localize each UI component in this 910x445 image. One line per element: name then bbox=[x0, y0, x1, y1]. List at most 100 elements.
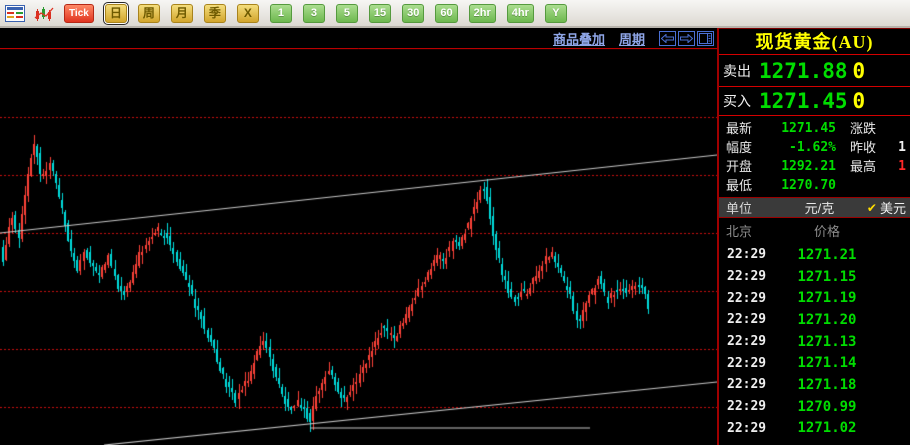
stat-label-2: 昨收 bbox=[850, 140, 877, 155]
period-button-4hr[interactable]: 4hr bbox=[506, 3, 534, 23]
unit-value: 元/克 bbox=[804, 201, 835, 216]
period-button-wrap: X bbox=[235, 2, 261, 25]
unit-label: 单位 bbox=[726, 201, 753, 216]
tick-price: 1271.18 bbox=[797, 376, 857, 393]
period-button-wrap: 季 bbox=[202, 2, 228, 25]
tick-list: 22:29 1271.21 22:29 1271.15 22:29 1271.19 22:2… bbox=[719, 244, 910, 439]
tick-row: 22:29 1271.20 bbox=[719, 309, 910, 331]
stats-grid: 最新 1271.45 涨跌幅度 -1.62% 昨收 1 开盘 1292.21 最高 1 最低 1270… bbox=[719, 116, 910, 197]
tick-time: 22:29 bbox=[727, 269, 767, 285]
period-button-15[interactable]: 15 bbox=[368, 3, 392, 23]
kline-chart-icon[interactable] bbox=[33, 4, 55, 22]
tick-price: 1271.21 bbox=[797, 246, 857, 263]
period-button-wrap: 月 bbox=[169, 2, 195, 25]
stat-value: 1292.21 bbox=[781, 159, 836, 174]
stat-value-2: 1 bbox=[898, 159, 906, 174]
period-button-wrap: 2hr bbox=[467, 2, 498, 25]
period-button-wrap: 1 bbox=[268, 2, 294, 25]
buy-price: 1271.45 bbox=[759, 89, 848, 113]
stat-label-2 bbox=[850, 176, 892, 195]
usd-checkbox[interactable]: ✔ 美元 bbox=[867, 198, 906, 217]
split-panel-icon[interactable] bbox=[697, 30, 714, 46]
tick-col-price: 价格 bbox=[813, 224, 840, 239]
tick-row: 22:29 1271.15 bbox=[719, 266, 910, 288]
period-button-wrap: Y bbox=[543, 2, 569, 25]
period-button-5[interactable]: 5 bbox=[335, 3, 358, 23]
period-button-wrap: 60 bbox=[433, 2, 459, 25]
tick-row: 22:29 1271.02 bbox=[719, 418, 910, 440]
tick-price: 1271.13 bbox=[797, 333, 857, 350]
period-button-wrap: 3 bbox=[301, 2, 327, 25]
period-button-wrap: 30 bbox=[400, 2, 426, 25]
sell-extra: 0 bbox=[852, 58, 866, 83]
arrow-right-icon[interactable] bbox=[678, 30, 695, 46]
buy-extra: 0 bbox=[852, 89, 866, 113]
stat-row: 最新 1271.45 涨跌 bbox=[719, 119, 910, 138]
check-icon: ✔ bbox=[866, 200, 877, 215]
tick-row: 22:29 1271.19 bbox=[719, 287, 910, 309]
stat-label: 最新 bbox=[726, 121, 753, 136]
period-button-wrap: 4hr bbox=[505, 2, 536, 25]
chart-area: 商品叠加 周期 bbox=[0, 28, 717, 445]
tick-row: 22:29 1271.14 bbox=[719, 352, 910, 374]
period-link[interactable]: 周期 bbox=[619, 29, 645, 48]
period-button-wrap: 周 bbox=[136, 2, 162, 25]
stat-row: 最低 1270.70 bbox=[719, 176, 910, 195]
unit-row: 单位 元/克 ✔ 美元 bbox=[719, 197, 910, 218]
quote-board-icon[interactable] bbox=[4, 4, 26, 22]
usd-label: 美元 bbox=[879, 201, 906, 216]
period-button-日[interactable]: 日 bbox=[104, 3, 127, 23]
tick-time: 22:29 bbox=[727, 399, 767, 415]
tick-row: 22:29 1270.99 bbox=[719, 396, 910, 418]
stat-value-2 bbox=[892, 176, 910, 195]
stat-label-2: 最高 bbox=[850, 159, 877, 174]
period-button-3[interactable]: 3 bbox=[302, 3, 325, 23]
period-button-X[interactable]: X bbox=[236, 3, 259, 23]
tick-table-header: 北京 价格 bbox=[719, 218, 910, 244]
stat-label: 幅度 bbox=[726, 140, 753, 155]
quote-panel: 现货黄金(AU) 卖出 1271.88 0 买入 1271.45 0 最新 127… bbox=[717, 28, 910, 445]
chart-header: 商品叠加 周期 bbox=[0, 28, 717, 48]
tick-price: 1271.14 bbox=[797, 355, 857, 372]
stat-value: 1271.45 bbox=[781, 121, 836, 136]
tick-col-time: 北京 bbox=[726, 224, 753, 239]
tick-price: 1271.02 bbox=[797, 420, 857, 437]
tick-row: 22:29 1271.13 bbox=[719, 331, 910, 353]
stat-label: 开盘 bbox=[726, 159, 753, 174]
tick-price: 1270.99 bbox=[797, 398, 857, 415]
sell-quote-row: 卖出 1271.88 0 bbox=[719, 55, 910, 87]
period-button-周[interactable]: 周 bbox=[137, 3, 160, 23]
arrow-left-icon[interactable] bbox=[659, 30, 676, 46]
period-button-wrap: 15 bbox=[367, 2, 393, 25]
chart-nav-icons bbox=[659, 30, 714, 46]
period-button-30[interactable]: 30 bbox=[402, 3, 425, 23]
overlay-link[interactable]: 商品叠加 bbox=[553, 29, 605, 48]
stat-label-2: 涨跌 bbox=[850, 121, 877, 136]
buy-label: 买入 bbox=[723, 93, 751, 109]
period-button-1[interactable]: 1 bbox=[269, 3, 292, 23]
tick-time: 22:29 bbox=[727, 420, 767, 436]
tick-time: 22:29 bbox=[727, 290, 767, 306]
period-button-季[interactable]: 季 bbox=[203, 3, 226, 23]
stat-label: 最低 bbox=[726, 178, 753, 193]
stat-value-2 bbox=[892, 119, 910, 138]
buy-quote-row: 买入 1271.45 0 bbox=[719, 87, 910, 116]
sell-price: 1271.88 bbox=[759, 58, 848, 83]
tick-price: 1271.19 bbox=[797, 290, 857, 307]
stat-row: 幅度 -1.62% 昨收 1 bbox=[719, 138, 910, 157]
period-button-2hr[interactable]: 2hr bbox=[468, 3, 496, 23]
period-button-wrap: 日 bbox=[102, 1, 129, 25]
period-button-Tick[interactable]: Tick bbox=[64, 3, 94, 23]
stat-value: 1270.70 bbox=[781, 178, 836, 193]
period-button-60[interactable]: 60 bbox=[435, 3, 458, 23]
tick-price: 1271.15 bbox=[797, 268, 857, 285]
tick-time: 22:29 bbox=[727, 312, 767, 328]
period-button-月[interactable]: 月 bbox=[170, 3, 193, 23]
period-button-Y[interactable]: Y bbox=[544, 3, 567, 23]
tick-price: 1271.20 bbox=[797, 311, 857, 328]
price-chart-canvas[interactable] bbox=[0, 48, 717, 445]
instrument-title: 现货黄金(AU) bbox=[719, 28, 910, 55]
tick-time: 22:29 bbox=[727, 377, 767, 393]
period-button-wrap: 5 bbox=[334, 2, 360, 25]
tick-time: 22:29 bbox=[727, 334, 767, 350]
